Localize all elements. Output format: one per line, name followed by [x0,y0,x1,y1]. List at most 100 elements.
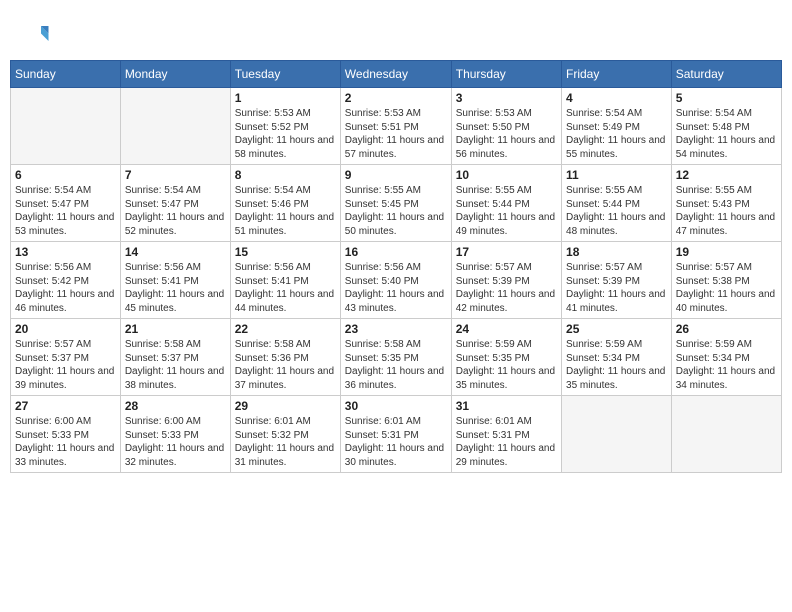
cell-info: Sunrise: 5:57 AMSunset: 5:39 PMDaylight:… [456,261,557,315]
day-number: 14 [125,245,226,259]
cell-info: Sunrise: 5:59 AMSunset: 5:34 PMDaylight:… [566,338,667,392]
cell-info: Sunrise: 6:00 AMSunset: 5:33 PMDaylight:… [125,415,226,469]
cell-info: Sunrise: 5:58 AMSunset: 5:35 PMDaylight:… [345,338,447,392]
weekday-header-row: SundayMondayTuesdayWednesdayThursdayFrid… [11,61,782,88]
calendar-cell: 14Sunrise: 5:56 AMSunset: 5:41 PMDayligh… [120,242,230,319]
day-number: 5 [676,91,777,105]
cell-info: Sunrise: 5:59 AMSunset: 5:34 PMDaylight:… [676,338,777,392]
calendar-cell [671,396,781,473]
day-number: 26 [676,322,777,336]
day-number: 24 [456,322,557,336]
cell-info: Sunrise: 5:57 AMSunset: 5:38 PMDaylight:… [676,261,777,315]
week-row-3: 13 Sunrise: 5:56 AMSunset: 5:42 PMDayligh… [11,242,782,319]
calendar-cell: 15Sunrise: 5:56 AMSunset: 5:41 PMDayligh… [230,242,340,319]
day-number: 16 [345,245,447,259]
weekday-header-sunday: Sunday [11,61,121,88]
day-number: 25 [566,322,667,336]
calendar-cell: 18 Sunrise: 5:57 AMSunset: 5:39 PMDayligh… [562,242,672,319]
calendar-cell: 12 Sunrise: 5:55 AMSunset: 5:43 PMDayligh… [671,165,781,242]
calendar-cell: 23 Sunrise: 5:58 AMSunset: 5:35 PMDayligh… [340,319,451,396]
logo [20,20,52,50]
calendar-cell: 22 Sunrise: 5:58 AMSunset: 5:36 PMDayligh… [230,319,340,396]
calendar-cell [120,88,230,165]
cell-info: Sunrise: 6:00 AMSunset: 5:33 PMDaylight:… [15,415,116,469]
calendar-cell: 8Sunrise: 5:54 AMSunset: 5:46 PMDaylight… [230,165,340,242]
cell-info: Sunrise: 5:53 AMSunset: 5:52 PMDaylight:… [235,107,336,161]
day-number: 22 [235,322,336,336]
cell-info: Sunrise: 5:55 AMSunset: 5:44 PMDaylight:… [456,184,557,238]
calendar-cell: 13 Sunrise: 5:56 AMSunset: 5:42 PMDayligh… [11,242,121,319]
calendar-cell: 19 Sunrise: 5:57 AMSunset: 5:38 PMDayligh… [671,242,781,319]
day-number: 12 [676,168,777,182]
cell-info: Sunrise: 5:57 AMSunset: 5:39 PMDaylight:… [566,261,667,315]
day-number: 10 [456,168,557,182]
day-number: 6 [15,168,116,182]
day-number: 7 [125,168,226,182]
calendar-cell: 26 Sunrise: 5:59 AMSunset: 5:34 PMDayligh… [671,319,781,396]
day-number: 18 [566,245,667,259]
cell-info: Sunrise: 5:54 AMSunset: 5:49 PMDaylight:… [566,107,667,161]
calendar-cell: 24Sunrise: 5:59 AMSunset: 5:35 PMDayligh… [451,319,561,396]
day-number: 21 [125,322,226,336]
day-number: 30 [345,399,447,413]
week-row-2: 6 Sunrise: 5:54 AMSunset: 5:47 PMDaylight… [11,165,782,242]
cell-info: Sunrise: 6:01 AMSunset: 5:31 PMDaylight:… [345,415,447,469]
logo-icon [20,20,50,50]
calendar-cell: 4 Sunrise: 5:54 AMSunset: 5:49 PMDaylight… [562,88,672,165]
cell-info: Sunrise: 5:56 AMSunset: 5:40 PMDaylight:… [345,261,447,315]
cell-info: Sunrise: 5:54 AMSunset: 5:48 PMDaylight:… [676,107,777,161]
cell-info: Sunrise: 5:53 AMSunset: 5:50 PMDaylight:… [456,107,557,161]
cell-info: Sunrise: 5:54 AMSunset: 5:47 PMDaylight:… [125,184,226,238]
day-number: 19 [676,245,777,259]
day-number: 2 [345,91,447,105]
page-header [10,10,782,55]
cell-info: Sunrise: 5:58 AMSunset: 5:36 PMDaylight:… [235,338,336,392]
day-number: 13 [15,245,116,259]
calendar-cell: 2Sunrise: 5:53 AMSunset: 5:51 PMDaylight… [340,88,451,165]
day-number: 28 [125,399,226,413]
calendar-cell [11,88,121,165]
weekday-header-thursday: Thursday [451,61,561,88]
calendar-cell: 5 Sunrise: 5:54 AMSunset: 5:48 PMDaylight… [671,88,781,165]
cell-info: Sunrise: 5:55 AMSunset: 5:43 PMDaylight:… [676,184,777,238]
cell-info: Sunrise: 5:58 AMSunset: 5:37 PMDaylight:… [125,338,226,392]
day-number: 29 [235,399,336,413]
calendar-cell: 10 Sunrise: 5:55 AMSunset: 5:44 PMDayligh… [451,165,561,242]
day-number: 3 [456,91,557,105]
weekday-header-tuesday: Tuesday [230,61,340,88]
cell-info: Sunrise: 5:56 AMSunset: 5:41 PMDaylight:… [235,261,336,315]
weekday-header-saturday: Saturday [671,61,781,88]
calendar-cell: 28 Sunrise: 6:00 AMSunset: 5:33 PMDayligh… [120,396,230,473]
calendar-cell: 9 Sunrise: 5:55 AMSunset: 5:45 PMDaylight… [340,165,451,242]
day-number: 20 [15,322,116,336]
day-number: 9 [345,168,447,182]
cell-info: Sunrise: 6:01 AMSunset: 5:31 PMDaylight:… [456,415,557,469]
calendar-cell: 20Sunrise: 5:57 AMSunset: 5:37 PMDayligh… [11,319,121,396]
calendar-cell: 25 Sunrise: 5:59 AMSunset: 5:34 PMDayligh… [562,319,672,396]
calendar-cell: 31 Sunrise: 6:01 AMSunset: 5:31 PMDayligh… [451,396,561,473]
cell-info: Sunrise: 5:54 AMSunset: 5:47 PMDaylight:… [15,184,116,238]
day-number: 31 [456,399,557,413]
cell-info: Sunrise: 5:56 AMSunset: 5:42 PMDaylight:… [15,261,116,315]
day-number: 17 [456,245,557,259]
cell-info: Sunrise: 5:55 AMSunset: 5:45 PMDaylight:… [345,184,447,238]
cell-info: Sunrise: 6:01 AMSunset: 5:32 PMDaylight:… [235,415,336,469]
calendar-cell [562,396,672,473]
calendar-cell: 3 Sunrise: 5:53 AMSunset: 5:50 PMDaylight… [451,88,561,165]
calendar-cell: 7 Sunrise: 5:54 AMSunset: 5:47 PMDaylight… [120,165,230,242]
calendar-cell: 16 Sunrise: 5:56 AMSunset: 5:40 PMDayligh… [340,242,451,319]
weekday-header-monday: Monday [120,61,230,88]
cell-info: Sunrise: 5:55 AMSunset: 5:44 PMDaylight:… [566,184,667,238]
weekday-header-friday: Friday [562,61,672,88]
day-number: 8 [235,168,336,182]
day-number: 23 [345,322,447,336]
calendar-cell: 30 Sunrise: 6:01 AMSunset: 5:31 PMDayligh… [340,396,451,473]
weekday-header-wednesday: Wednesday [340,61,451,88]
day-number: 4 [566,91,667,105]
day-number: 1 [235,91,336,105]
day-number: 27 [15,399,116,413]
week-row-4: 20Sunrise: 5:57 AMSunset: 5:37 PMDayligh… [11,319,782,396]
calendar-cell: 29 Sunrise: 6:01 AMSunset: 5:32 PMDayligh… [230,396,340,473]
calendar-cell: 1 Sunrise: 5:53 AMSunset: 5:52 PMDaylight… [230,88,340,165]
calendar-cell: 6 Sunrise: 5:54 AMSunset: 5:47 PMDaylight… [11,165,121,242]
